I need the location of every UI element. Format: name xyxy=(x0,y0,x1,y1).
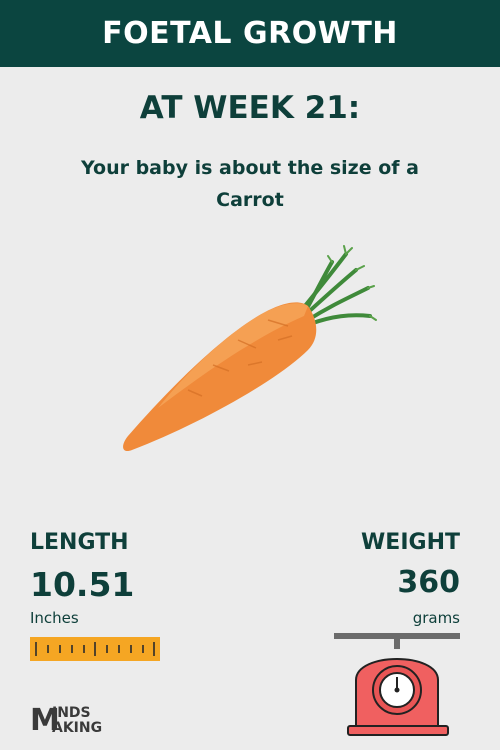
logo-word-bottom: AKING xyxy=(52,720,103,736)
minds-making-logo: M INDS AKING xyxy=(30,704,110,738)
fruit-name: Carrot xyxy=(216,189,284,211)
kitchen-scale-icon xyxy=(334,633,460,736)
weight-label: WEIGHT xyxy=(361,530,460,555)
week-heading: AT WEEK 21: xyxy=(139,90,361,126)
weight-value: 360 xyxy=(397,565,460,600)
page-title: FOETAL GROWTH xyxy=(102,16,398,51)
ruler-icon xyxy=(30,637,160,661)
logo-word-top: INDS xyxy=(52,705,91,721)
size-comparison-line: Your baby is about the size of a xyxy=(81,157,419,179)
header-banner: FOETAL GROWTH xyxy=(0,0,500,67)
length-unit: Inches xyxy=(30,609,79,627)
length-value: 10.51 xyxy=(30,565,135,604)
carrot-image xyxy=(123,245,377,452)
size-comparison-text: Your baby is about the size of a Carrot xyxy=(40,152,460,216)
length-label: LENGTH xyxy=(30,530,129,555)
weight-unit: grams xyxy=(412,609,460,627)
